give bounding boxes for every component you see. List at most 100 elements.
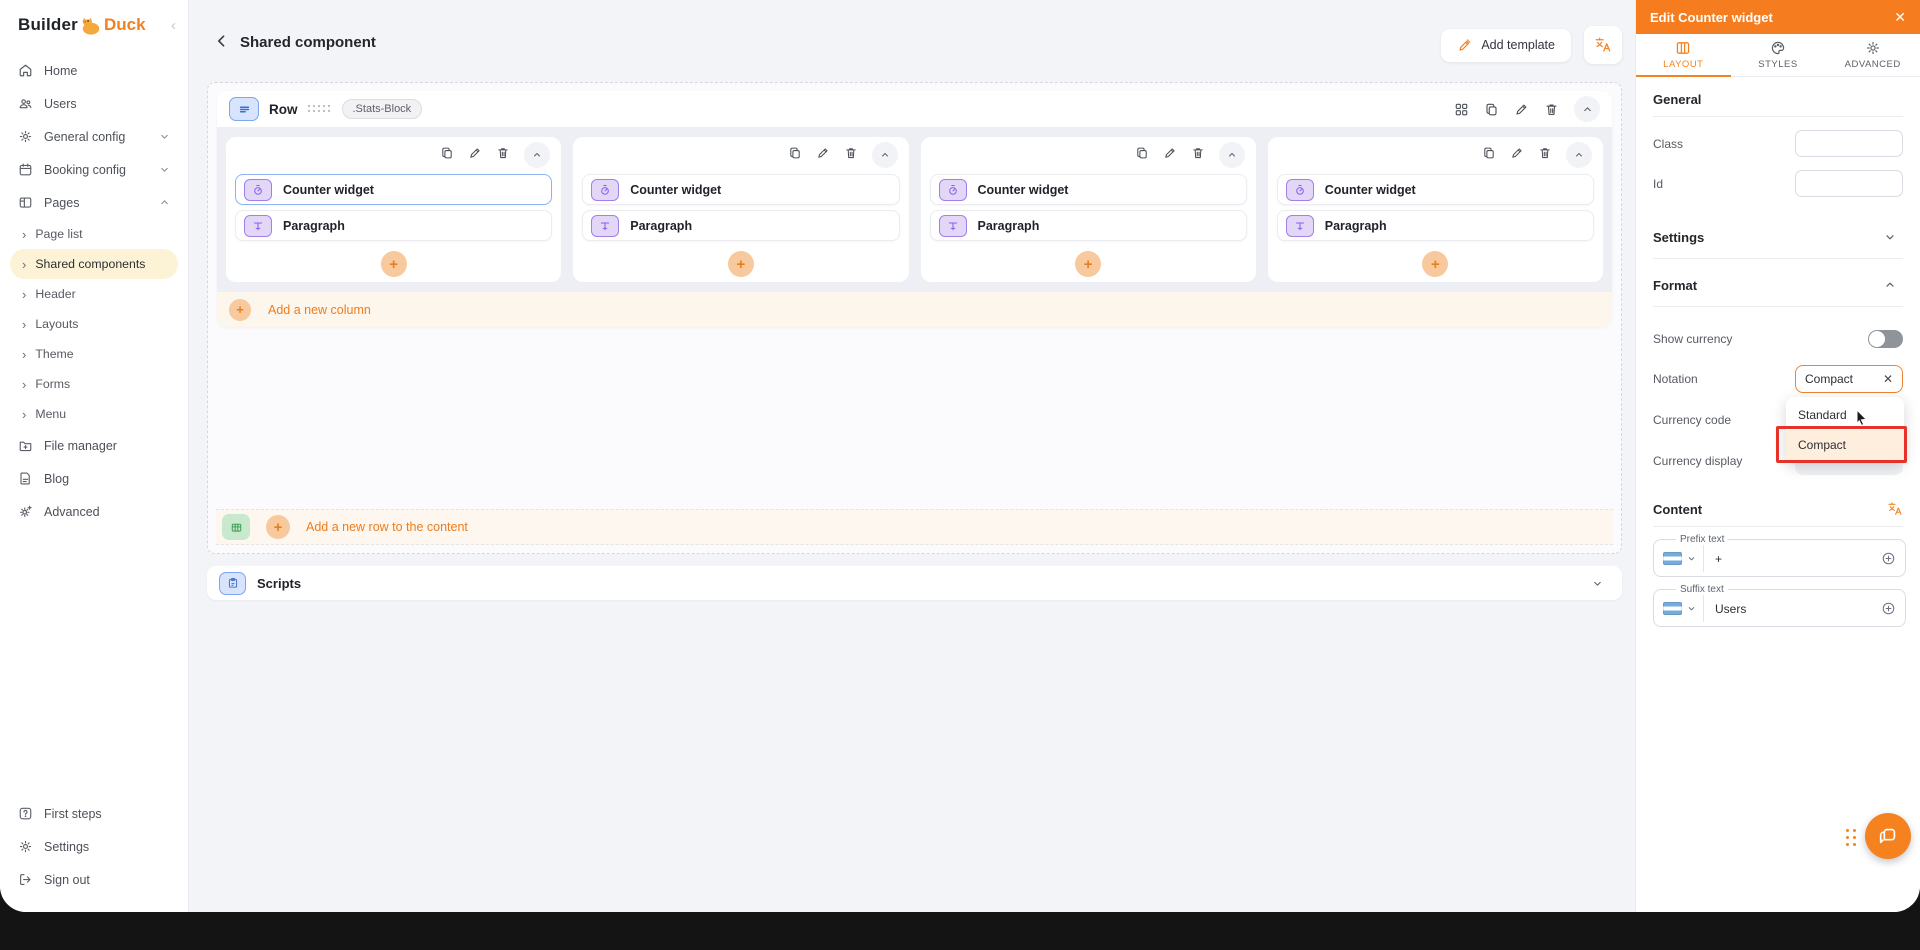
translate-button[interactable] <box>1584 26 1622 64</box>
add-variable-icon[interactable] <box>1881 551 1896 566</box>
option-standard[interactable]: Standard <box>1786 400 1904 430</box>
column-collapse-icon[interactable] <box>1566 142 1592 168</box>
column-delete-icon[interactable] <box>1191 146 1205 165</box>
row-grid-icon[interactable] <box>1454 102 1469 117</box>
sidebar-item-pages[interactable]: Pages <box>10 186 178 219</box>
row-collapse-icon[interactable] <box>1574 96 1600 122</box>
sidebar-item-first-steps[interactable]: First steps <box>10 797 178 830</box>
sidebar-collapse-icon[interactable]: ‹ <box>171 18 176 33</box>
row-delete-icon[interactable] <box>1544 102 1559 117</box>
sidebar-subitem-menu[interactable]: › Menu <box>10 399 178 429</box>
show-currency-toggle[interactable] <box>1868 329 1903 348</box>
column-edit-icon[interactable] <box>1510 146 1524 165</box>
widget-label: Paragraph <box>283 218 345 233</box>
notation-select[interactable]: Compact ✕ <box>1795 365 1903 393</box>
language-flag-select[interactable] <box>1660 545 1704 572</box>
column-edit-icon[interactable] <box>468 146 482 165</box>
paragraph-item[interactable]: Paragraph <box>1276 210 1594 241</box>
add-widget-button[interactable]: + <box>1422 251 1449 277</box>
add-variable-icon[interactable] <box>1881 601 1896 616</box>
column-delete-icon[interactable] <box>496 146 510 165</box>
logo[interactable]: Builder Duck ‹ <box>0 0 188 46</box>
row-drag-handle-icon[interactable] <box>307 104 332 114</box>
format-heading: Format <box>1653 277 1698 293</box>
tab-styles[interactable]: STYLES <box>1731 34 1826 76</box>
sidebar-item-users[interactable]: Users <box>10 87 178 120</box>
tab-layout[interactable]: LAYOUT <box>1636 34 1731 76</box>
scripts-block[interactable]: Scripts <box>207 566 1622 600</box>
counter-widget-item[interactable]: Counter widget <box>1276 174 1594 205</box>
sidebar-item-home[interactable]: Home <box>10 54 178 87</box>
chat-drag-handle-icon[interactable] <box>1846 829 1860 850</box>
sidebar-subitem-theme[interactable]: › Theme <box>10 339 178 369</box>
close-icon[interactable]: ✕ <box>1894 9 1906 26</box>
sidebar-item-label: Settings <box>44 839 90 854</box>
tab-label: LAYOUT <box>1663 59 1704 70</box>
back-icon[interactable] <box>214 33 230 49</box>
format-collapse-icon[interactable] <box>1877 273 1903 297</box>
option-compact[interactable]: Compact <box>1786 430 1904 460</box>
sidebar-item-blog[interactable]: Blog <box>10 462 178 495</box>
sidebar-subitem-label: Page list <box>35 227 83 241</box>
row-type-icon[interactable] <box>229 97 259 121</box>
suffix-text-input[interactable] <box>1704 601 1881 616</box>
sidebar-item-booking-config[interactable]: Booking config <box>10 153 178 186</box>
column-edit-icon[interactable] <box>1163 146 1177 165</box>
column-collapse-icon[interactable] <box>1218 142 1245 168</box>
settings-expand-icon[interactable] <box>1877 225 1903 249</box>
language-flag-select[interactable] <box>1660 595 1704 622</box>
paragraph-item[interactable]: Paragraph <box>235 210 553 241</box>
sidebar-subitem-shared-components[interactable]: › Shared components <box>10 249 178 279</box>
scripts-collapse-icon[interactable] <box>1584 570 1610 596</box>
column-edit-icon[interactable] <box>816 146 830 165</box>
main-header: Shared component <box>190 30 1635 60</box>
sidebar-item-sign-out[interactable]: Sign out <box>10 863 178 896</box>
column-copy-icon[interactable] <box>788 146 802 165</box>
sidebar-item-settings[interactable]: Settings <box>10 830 178 863</box>
prefix-text-input[interactable] <box>1704 551 1881 566</box>
sidebar-subitem-header[interactable]: › Header <box>10 279 178 309</box>
paragraph-item[interactable]: Paragraph <box>929 210 1247 241</box>
prefix-text-label: Prefix text <box>1680 534 1725 545</box>
sidebar: Builder Duck ‹ Home Users General config… <box>0 0 189 912</box>
chat-button[interactable] <box>1865 813 1911 859</box>
column-copy-icon[interactable] <box>440 146 454 165</box>
sidebar-subitem-layouts[interactable]: › Layouts <box>10 309 178 339</box>
translate-icon[interactable] <box>1887 501 1903 517</box>
sidebar-item-file-manager[interactable]: File manager <box>10 429 178 462</box>
add-template-button[interactable]: Add template <box>1441 28 1571 62</box>
sidebar-item-general-config[interactable]: General config <box>10 120 178 153</box>
plus-icon: + <box>229 298 251 321</box>
counter-widget-item[interactable]: Counter widget <box>929 174 1247 205</box>
notation-dropdown: Standard Compact <box>1786 397 1904 463</box>
counter-widget-item[interactable]: Counter widget <box>235 174 553 205</box>
id-input[interactable] <box>1795 170 1903 197</box>
plus-icon: + <box>1083 255 1093 273</box>
column-collapse-icon[interactable] <box>524 142 551 168</box>
add-widget-button[interactable]: + <box>380 251 407 277</box>
column-copy-icon[interactable] <box>1135 146 1149 165</box>
class-input[interactable] <box>1795 130 1903 157</box>
argentina-flag-icon <box>1663 552 1682 565</box>
column-copy-icon[interactable] <box>1482 146 1496 165</box>
sidebar-subitem-label: Layouts <box>35 317 79 331</box>
counter-widget-item[interactable]: Counter widget <box>582 174 900 205</box>
paragraph-item[interactable]: Paragraph <box>582 210 900 241</box>
tab-advanced[interactable]: ADVANCED <box>1825 34 1920 76</box>
add-widget-button[interactable]: + <box>727 251 754 277</box>
counter-widget-icon <box>244 178 272 201</box>
add-row-button[interactable]: + Add a new row to the content <box>216 509 1613 545</box>
sidebar-subitem-forms[interactable]: › Forms <box>10 369 178 399</box>
add-column-button[interactable]: + Add a new column <box>217 292 1612 327</box>
column-collapse-icon[interactable] <box>871 142 898 168</box>
main-actions: Add template <box>1441 26 1622 64</box>
sidebar-item-advanced[interactable]: Advanced <box>10 495 178 528</box>
column-delete-icon[interactable] <box>1538 146 1552 165</box>
settings-heading: Settings <box>1653 229 1705 245</box>
add-widget-button[interactable]: + <box>1075 251 1102 277</box>
sidebar-subitem-page-list[interactable]: › Page list <box>10 219 178 249</box>
row-edit-icon[interactable] <box>1514 102 1529 117</box>
row-copy-icon[interactable] <box>1484 102 1499 117</box>
column-delete-icon[interactable] <box>844 146 858 165</box>
clear-icon[interactable]: ✕ <box>1883 372 1893 386</box>
